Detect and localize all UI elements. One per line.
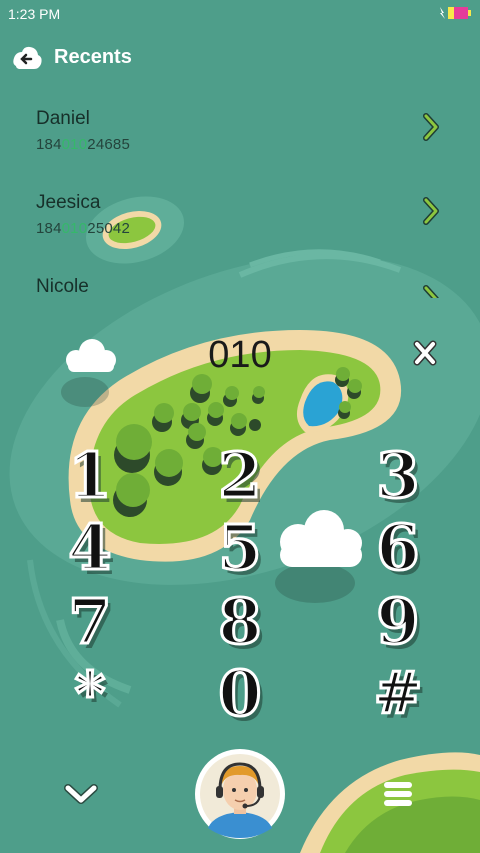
contact-number: 18401025042 [36, 220, 130, 237]
contact-name: Daniel [36, 108, 90, 129]
contact-name: Jeesica [36, 192, 101, 213]
key-0[interactable]: 0 [192, 654, 288, 732]
contact-name: Nicole [36, 276, 89, 297]
battery-charging-icon [440, 7, 471, 19]
key-5[interactable]: 5 [192, 508, 288, 586]
call-avatar-button[interactable] [194, 748, 286, 840]
chevron-right-icon[interactable] [420, 196, 444, 226]
delete-digit-icon[interactable] [408, 338, 442, 368]
status-bar: 1:23 PM [0, 0, 480, 28]
key-8[interactable]: 8 [192, 582, 288, 660]
chevron-right-icon[interactable] [420, 112, 444, 142]
recent-contact-nicole[interactable]: Nicole [0, 276, 480, 298]
chevron-right-icon[interactable] [420, 284, 444, 298]
key-2[interactable]: 2 [192, 436, 288, 514]
key-7[interactable]: 7 [42, 582, 138, 660]
status-time: 1:23 PM [8, 6, 61, 22]
key-star[interactable]: * [42, 654, 138, 732]
dialed-number-display: 010 [208, 334, 272, 376]
recent-contact-jeesica[interactable]: Jeesica 18401025042 [0, 192, 480, 262]
key-3[interactable]: 3 [350, 436, 446, 514]
key-6[interactable]: 6 [350, 508, 446, 586]
recents-header: Recents [0, 36, 480, 80]
key-4[interactable]: 4 [42, 508, 138, 586]
contact-number: 18401024685 [36, 136, 130, 153]
key-hash[interactable]: # [350, 654, 446, 732]
chevron-down-icon[interactable] [60, 778, 102, 810]
key-1[interactable]: 1 [42, 436, 138, 514]
recent-contact-daniel[interactable]: Daniel 18401024685 [0, 108, 480, 178]
menu-icon[interactable] [380, 778, 416, 810]
page-title: Recents [54, 46, 132, 68]
key-9[interactable]: 9 [350, 582, 446, 660]
back-arrow-icon[interactable] [10, 42, 44, 76]
